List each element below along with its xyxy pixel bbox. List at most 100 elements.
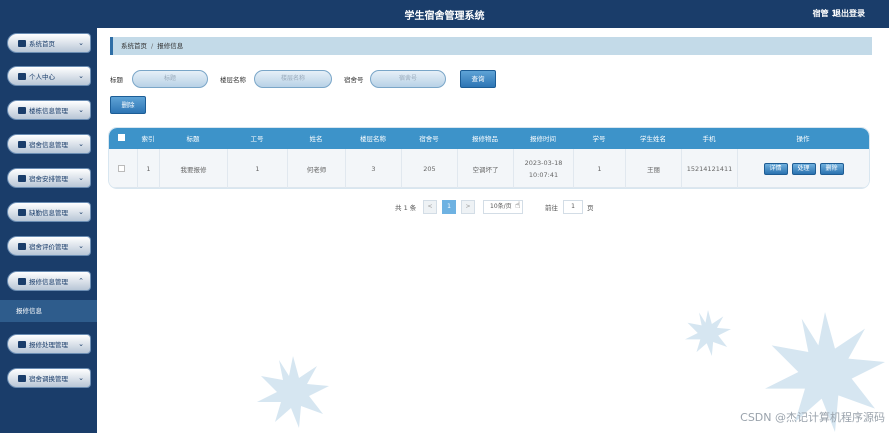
grid-icon	[18, 374, 26, 382]
grid-icon	[18, 208, 26, 216]
main-content: 系统首页 / 报修信息 标题 标题 楼层名称 楼层名称 宿舍号 宿舍号 查询 删除 …	[97, 28, 889, 433]
chevron-down-icon: ⌄	[78, 72, 84, 80]
col-header: 学生姓名	[640, 135, 666, 143]
room-input[interactable]: 宿舍号	[370, 70, 446, 88]
cell-name: 何老师	[287, 149, 345, 188]
chevron-down-icon: ⌄	[78, 374, 84, 382]
cell-phone: 15214121411	[681, 149, 737, 188]
flag-icon	[18, 340, 26, 348]
pager-next-button[interactable]: >	[461, 200, 475, 214]
pagination: 共 1 条 < 1 > 10条/页 ☝ 前往 1 页	[97, 200, 886, 214]
logout-link[interactable]: 退出登录	[833, 8, 865, 19]
col-header: 报修时间	[530, 135, 556, 143]
col-header: 手机	[702, 135, 716, 143]
col-header: 学号	[592, 135, 606, 143]
chevron-up-icon: ⌃	[78, 277, 84, 285]
title-input[interactable]: 标题	[132, 70, 208, 88]
row-delete-button[interactable]: 删除	[819, 162, 844, 175]
sidebar-item-label: 个人中心	[29, 73, 55, 81]
pager-goto-input[interactable]: 1	[563, 200, 583, 214]
pager-page-button[interactable]: 1	[442, 200, 456, 214]
clipboard-icon	[18, 140, 26, 148]
cell-time: 2023-03-18 10:07:41	[513, 149, 573, 188]
grid-icon	[18, 277, 26, 285]
chart-icon	[18, 242, 26, 250]
chevron-down-icon: ⌄	[78, 106, 84, 114]
room-label: 宿舍号	[344, 76, 364, 84]
chevron-down-icon: ⌄	[78, 39, 84, 47]
col-header: 索引	[141, 135, 155, 143]
cursor-icon: ☝	[515, 201, 521, 211]
pager-total: 共 1 条	[395, 204, 417, 212]
watermark: CSDN @杰记计算机程序源码	[740, 411, 885, 424]
sidebar-item-label: 报修处理管理	[29, 341, 68, 349]
cell-job-no: 1	[227, 149, 287, 188]
building-label: 楼层名称	[220, 76, 246, 84]
sidebar-item-profile[interactable]: 个人中心 ⌄	[7, 66, 91, 86]
sidebar-item-dorm[interactable]: 宿舍信息管理 ⌄	[7, 134, 91, 154]
sidebar-item-evaluation[interactable]: 宿舍评价管理 ⌄	[7, 236, 91, 256]
sidebar-item-label: 宿舍信息管理	[29, 141, 68, 149]
breadcrumb-separator: /	[151, 42, 154, 50]
cell-actions: 详情 处理 删除	[737, 149, 869, 188]
sidebar-item-label: 缺勤信息管理	[29, 209, 68, 217]
home-icon	[18, 39, 26, 47]
table-header: 索引 标题 工号 姓名 楼层名称 宿舍号 报修物品 报修时间 学号 学生姓名 手…	[109, 128, 869, 149]
row-checkbox[interactable]	[118, 165, 125, 172]
sidebar-item-repair-process[interactable]: 报修处理管理 ⌄	[7, 334, 91, 354]
cell-room: 205	[401, 149, 457, 188]
pager-page-unit: 页	[587, 204, 594, 212]
sidebar-item-building[interactable]: 楼栋信息管理 ⌄	[7, 100, 91, 120]
sidebar-subitem-repair-info[interactable]: 报修信息	[0, 300, 97, 322]
col-header: 标题	[186, 135, 200, 143]
cell-student-name: 王丽	[625, 149, 681, 188]
list-icon	[18, 106, 26, 114]
breadcrumb-home[interactable]: 系统首页	[121, 42, 147, 50]
decorative-burst-icon	[257, 356, 329, 428]
sidebar-item-absence[interactable]: 缺勤信息管理 ⌄	[7, 202, 91, 222]
top-bar: 学生宿舍管理系统 宿管 1 退出登录	[0, 0, 889, 28]
pager-goto-label: 前往	[545, 204, 558, 212]
breadcrumb-current: 报修信息	[157, 42, 184, 50]
process-button[interactable]: 处理	[791, 162, 816, 175]
cell-student-no: 1	[573, 149, 625, 188]
col-header: 楼层名称	[360, 135, 386, 143]
detail-button[interactable]: 详情	[763, 162, 788, 175]
sidebar-item-label: 报修信息管理	[29, 278, 68, 286]
chevron-down-icon: ⌄	[78, 174, 84, 182]
sidebar-item-label: 楼栋信息管理	[29, 107, 68, 115]
sidebar-item-label: 宿舍评价管理	[29, 243, 68, 251]
building-input[interactable]: 楼层名称	[254, 70, 332, 88]
breadcrumb: 系统首页 / 报修信息	[110, 37, 872, 55]
chevron-down-icon: ⌄	[78, 140, 84, 148]
cell-building: 3	[345, 149, 401, 188]
user-icon	[18, 72, 26, 80]
col-header: 姓名	[309, 135, 323, 143]
chevron-down-icon: ⌄	[78, 208, 84, 216]
sidebar-item-label: 宿舍调换管理	[29, 375, 68, 383]
title-label: 标题	[110, 76, 123, 84]
chevron-down-icon: ⌄	[78, 340, 84, 348]
decorative-burst-icon	[685, 310, 731, 356]
cell-item: 空调坏了	[457, 149, 513, 188]
sidebar-item-home[interactable]: 系统首页 ⌄	[7, 33, 91, 53]
repair-table: 索引 标题 工号 姓名 楼层名称 宿舍号 报修物品 报修时间 学号 学生姓名 手…	[109, 128, 869, 188]
chevron-down-icon: ⌄	[78, 242, 84, 250]
col-header: 工号	[250, 135, 264, 143]
table-row: 1 我要报修 1 何老师 3 205 空调坏了 2023-03-18 10:07…	[109, 149, 869, 188]
window-icon	[18, 174, 26, 182]
sidebar-item-swap[interactable]: 宿舍调换管理 ⌄	[7, 368, 91, 388]
app-title: 学生宿舍管理系统	[404, 11, 485, 22]
pager-prev-button[interactable]: <	[423, 200, 437, 214]
sidebar-item-repair[interactable]: 报修信息管理 ⌃	[7, 271, 91, 291]
select-all-checkbox[interactable]	[118, 134, 125, 141]
cell-index: 1	[137, 149, 159, 188]
delete-button[interactable]: 删除	[110, 96, 146, 114]
search-bar: 标题 标题 楼层名称 楼层名称 宿舍号 宿舍号 查询	[110, 70, 889, 88]
query-button[interactable]: 查询	[460, 70, 496, 88]
sidebar: 系统首页 ⌄ 个人中心 ⌄ 楼栋信息管理 ⌄ 宿舍信息管理 ⌄ 宿舍安排管理 ⌄ 缺勤信息…	[0, 28, 97, 433]
sidebar-item-label: 系统首页	[29, 40, 55, 48]
col-header: 报修物品	[472, 135, 498, 143]
sidebar-item-label: 宿舍安排管理	[29, 175, 68, 183]
sidebar-item-arrange[interactable]: 宿舍安排管理 ⌄	[7, 168, 91, 188]
